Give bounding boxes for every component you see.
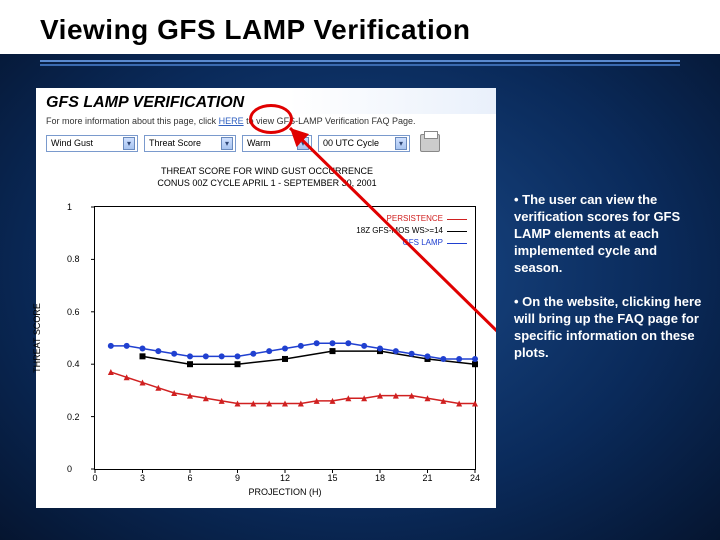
bullet-2: • On the website, clicking here will bri…	[514, 294, 702, 362]
faq-link[interactable]: HERE	[219, 116, 244, 126]
panel-subtext: For more information about this page, cl…	[36, 114, 496, 132]
chevron-down-icon: ▾	[297, 137, 309, 150]
chevron-down-icon: ▾	[221, 137, 233, 150]
y-axis-label: THREAT SCORE	[32, 278, 42, 398]
chart-legend: PERSISTENCE18Z GFS-MOS WS>=14GFS LAMP	[356, 213, 467, 249]
select-element[interactable]: Wind Gust▾	[46, 135, 138, 152]
select-cycle[interactable]: 00 UTC Cycle▾	[318, 135, 410, 152]
chart-title: THREAT SCORE FOR WIND GUST OCCURRENCE	[46, 166, 488, 176]
title-divider	[40, 60, 680, 66]
plot-region: THREAT SCORE PROJECTION (H) PERSISTENCE1…	[94, 206, 476, 470]
bullet-1: • The user can view the verification sco…	[514, 192, 702, 276]
chart-area: THREAT SCORE FOR WIND GUST OCCURRENCE CO…	[46, 166, 488, 500]
select-score[interactable]: Threat Score▾	[144, 135, 236, 152]
select-season[interactable]: Warm▾	[242, 135, 312, 152]
verification-panel: GFS LAMP VERIFICATION For more informati…	[36, 88, 496, 508]
x-axis-label: PROJECTION (H)	[249, 487, 322, 497]
printer-icon[interactable]	[420, 134, 440, 152]
chart-subtitle: CONUS 00Z CYCLE APRIL 1 - SEPTEMBER 30, …	[46, 178, 488, 188]
controls-row: Wind Gust▾ Threat Score▾ Warm▾ 00 UTC Cy…	[36, 132, 496, 158]
chevron-down-icon: ▾	[395, 137, 407, 150]
slide-title: Viewing GFS LAMP Verification	[0, 0, 720, 54]
description-bullets: • The user can view the verification sco…	[514, 192, 702, 380]
chevron-down-icon: ▾	[123, 137, 135, 150]
panel-heading: GFS LAMP VERIFICATION	[36, 88, 496, 114]
